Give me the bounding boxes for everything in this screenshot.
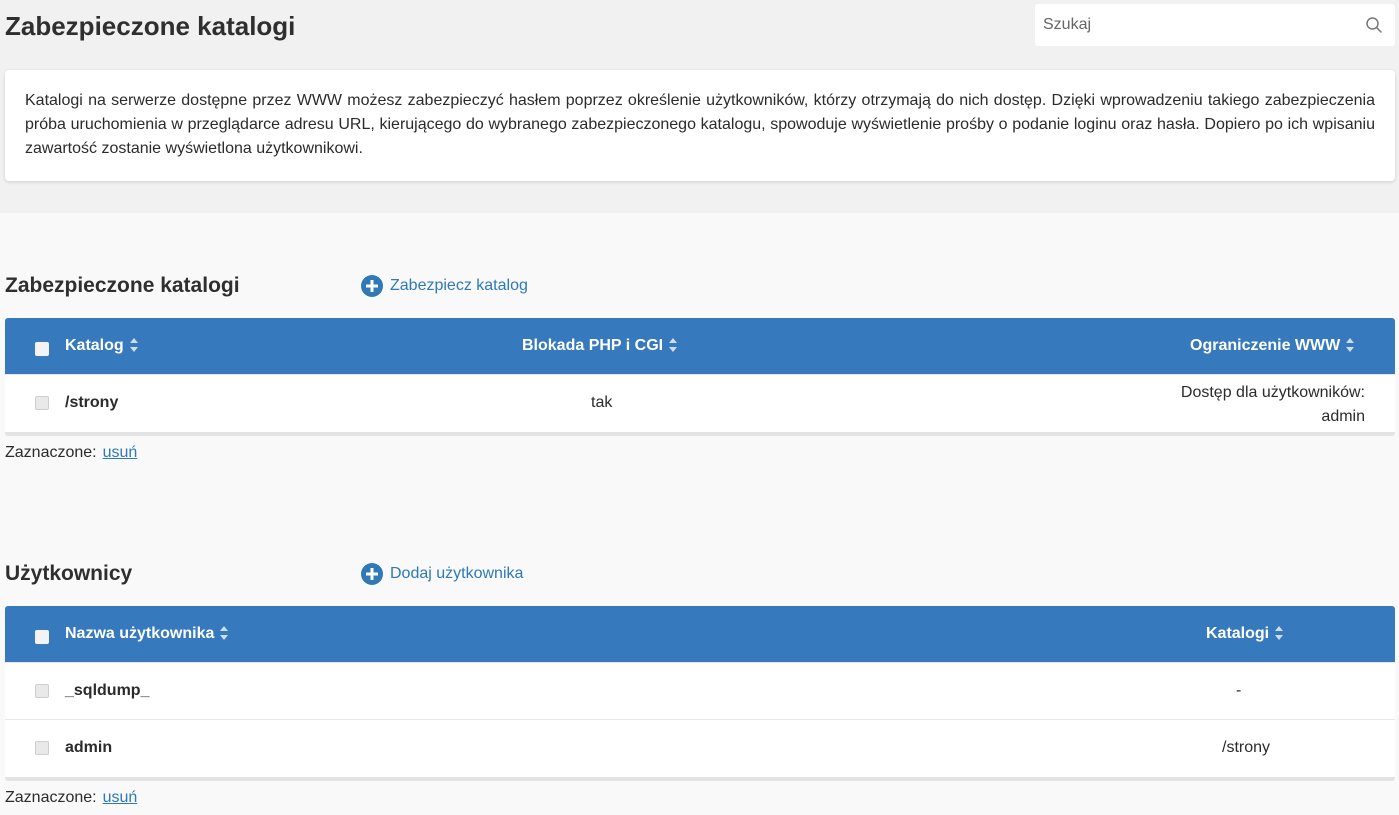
row-checkbox[interactable] (35, 396, 49, 410)
table-row: /strony tak Dostęp dla użytkowników: adm… (5, 374, 1395, 432)
sort-icon (220, 625, 229, 640)
table-row: admin /strony (5, 719, 1395, 777)
select-all-checkbox[interactable] (35, 342, 49, 356)
user-name: _sqldump_ (65, 682, 150, 699)
sort-icon (129, 337, 138, 352)
directories-table-header: Katalog Blokada PHP i CGI Ograniczenie W… (5, 318, 1395, 374)
directories-table: Katalog Blokada PHP i CGI Ograniczenie W… (5, 318, 1395, 436)
add-user-label: Dodaj użytkownika (390, 565, 524, 582)
users-section-title: Użytkownicy (5, 562, 133, 585)
www-restriction-line1: Dostęp dla użytkowników: (1180, 384, 1365, 401)
column-header-katalog[interactable]: Katalog (65, 318, 138, 374)
directories-section-title: Zabezpieczone katalogi (5, 274, 240, 297)
sort-icon (669, 337, 678, 352)
info-text: Katalogi na serwerze dostępne przez WWW … (25, 92, 1375, 157)
user-directories: - (1236, 682, 1242, 699)
column-header-www-restriction[interactable]: Ograniczenie WWW (1190, 318, 1355, 374)
protect-directory-label: Zabezpiecz katalog (390, 277, 528, 294)
selected-label: Zaznaczone: (5, 789, 97, 806)
info-box: Katalogi na serwerze dostępne przez WWW … (5, 70, 1395, 181)
selected-label: Zaznaczone: (5, 444, 97, 461)
column-header-directories[interactable]: Katalogi (1206, 606, 1284, 662)
users-table: Nazwa użytkownika Katalogi _sqldump_ - a… (5, 606, 1395, 781)
protect-directory-button[interactable]: Zabezpiecz katalog (361, 274, 528, 298)
search-box[interactable] (1035, 4, 1395, 46)
search-input[interactable] (1035, 4, 1363, 46)
directory-path: /strony (65, 394, 119, 411)
users-bulk-actions: Zaznaczone: usuń (5, 789, 137, 807)
php-cgi-lock-value: tak (591, 394, 613, 411)
plus-circle-icon (361, 563, 383, 585)
row-checkbox[interactable] (35, 741, 49, 755)
search-icon[interactable] (1365, 16, 1383, 34)
users-table-header: Nazwa użytkownika Katalogi (5, 606, 1395, 662)
www-restriction-value: Dostęp dla użytkowników: admin (1181, 381, 1365, 429)
add-user-button[interactable]: Dodaj użytkownika (361, 562, 523, 586)
delete-selected-link[interactable]: usuń (103, 789, 138, 806)
plus-circle-icon (361, 275, 383, 297)
user-name: admin (65, 739, 113, 756)
column-header-username[interactable]: Nazwa użytkownika (65, 606, 229, 662)
select-all-checkbox[interactable] (35, 630, 49, 644)
delete-selected-link[interactable]: usuń (103, 444, 138, 461)
user-directories: /strony (1222, 739, 1271, 756)
row-checkbox[interactable] (35, 684, 49, 698)
www-restriction-line2: admin (1321, 408, 1365, 425)
page-title: Zabezpieczone katalogi (5, 11, 296, 41)
table-row: _sqldump_ - (5, 662, 1395, 719)
column-header-php-cgi[interactable]: Blokada PHP i CGI (522, 318, 678, 374)
sort-icon (1275, 625, 1284, 640)
sort-icon (1346, 337, 1355, 352)
directories-bulk-actions: Zaznaczone: usuń (5, 444, 137, 462)
